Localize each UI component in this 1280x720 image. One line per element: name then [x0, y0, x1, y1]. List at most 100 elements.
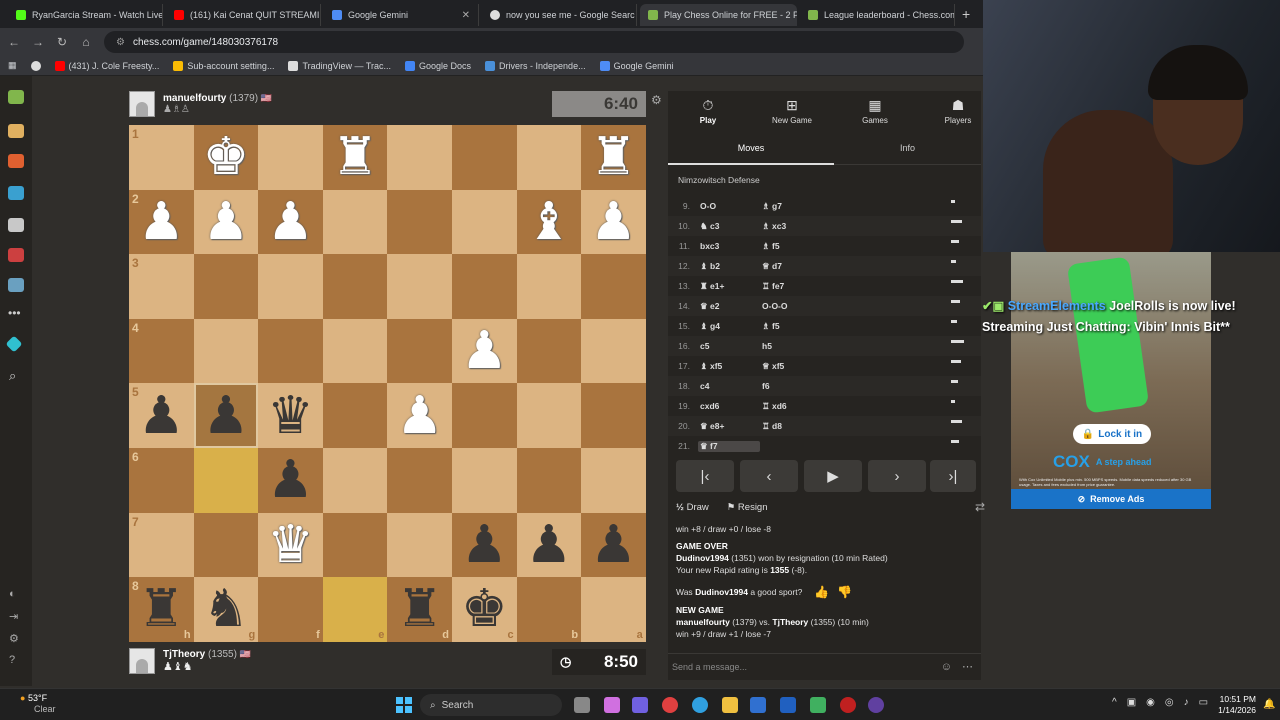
board-square[interactable] [387, 318, 452, 384]
board-square[interactable]: ♛ [258, 383, 323, 448]
prev-move-button[interactable]: ‹ [740, 460, 798, 492]
black-pawn-piece[interactable]: ♟ [138, 390, 185, 442]
chrome-icon[interactable] [662, 697, 678, 713]
board-square[interactable] [322, 447, 388, 513]
news-icon[interactable] [8, 248, 24, 262]
board-square[interactable] [193, 318, 259, 384]
black-pawn-piece[interactable]: ♟ [526, 519, 573, 571]
black-king-piece[interactable]: ♚ [461, 583, 508, 635]
board-settings-icon[interactable]: ⚙ [651, 93, 662, 107]
file-explorer-icon[interactable] [722, 697, 738, 713]
board-square[interactable]: ♟ [581, 512, 646, 578]
chess-board[interactable]: 1 ♚ ♜ ♜ 2 ♟ ♟ ♟ ♝ ♟ 3 4 ♟ 5 ♟ ♟ ♛ ♟ 6 ♟ 7 ♛ ♟ ♟ ♟ 8 h ♜ g ♞ f e d ♜ c ♚ b a [129, 125, 646, 642]
board-square[interactable]: ♟ [387, 383, 452, 448]
black-move[interactable]: ♕ xf5 [760, 361, 822, 372]
board-square[interactable] [451, 383, 517, 448]
white-pawn-piece[interactable]: ♟ [396, 390, 443, 442]
board-square[interactable]: ♜ [322, 125, 388, 190]
diamond-icon[interactable] [5, 335, 23, 353]
white-move[interactable]: ♝ b2 [698, 261, 760, 272]
board-square[interactable]: 7 [129, 512, 194, 578]
thumbs-down-icon[interactable]: 👎 [837, 586, 852, 598]
copilot-icon[interactable] [604, 697, 620, 713]
more-icon[interactable]: ••• [8, 306, 21, 320]
board-square[interactable] [516, 383, 582, 448]
black-pawn-piece[interactable]: ♟ [461, 519, 508, 571]
bottom-player-name[interactable]: TjTheory [163, 649, 205, 660]
board-square[interactable] [451, 447, 517, 513]
opening-name[interactable]: Nimzowitsch Defense [678, 175, 760, 185]
board-square[interactable] [193, 512, 259, 578]
taskbar-search[interactable]: ⌕ Search [420, 694, 562, 716]
tab-play[interactable]: ⏱ Play [669, 97, 747, 125]
board-square[interactable] [387, 254, 452, 319]
board-square[interactable]: a [581, 577, 646, 642]
board-square[interactable] [193, 447, 259, 513]
board-square[interactable] [516, 125, 582, 190]
theme-icon[interactable]: ◐ [9, 588, 16, 600]
bookmark-item[interactable]: (431) J. Cole Freesty... [54, 60, 159, 71]
black-move[interactable]: ♖ xd6 [760, 401, 822, 412]
last-move-button[interactable]: ›| [930, 460, 976, 492]
black-move[interactable]: ♖ fe7 [760, 281, 822, 292]
white-move[interactable]: c4 [698, 381, 760, 391]
board-square[interactable] [193, 254, 259, 319]
resign-button[interactable]: ⚑ Resign [727, 502, 768, 513]
white-move[interactable]: ♞ c3 [698, 221, 760, 232]
play-icon[interactable] [8, 124, 24, 138]
board-square[interactable] [322, 254, 388, 319]
board-square[interactable]: f [258, 577, 323, 642]
white-move[interactable]: ♝ xf5 [698, 361, 760, 372]
board-square[interactable]: c ♚ [451, 577, 517, 642]
browser-tab[interactable]: RyanGarcia Stream - Watch Live✕ [8, 4, 163, 26]
board-square[interactable]: ♚ [193, 125, 259, 190]
board-square[interactable]: ♟ [516, 512, 582, 578]
white-pawn-piece[interactable]: ♟ [138, 196, 185, 248]
board-square[interactable]: g ♞ [193, 577, 259, 642]
subtab-info[interactable]: Info [834, 135, 981, 165]
weather-widget[interactable]: ● 53°F Clear [20, 693, 56, 715]
board-square[interactable] [581, 383, 646, 448]
board-square[interactable]: ♟ [451, 318, 517, 384]
black-move[interactable]: f6 [760, 381, 822, 391]
app-icon[interactable] [810, 697, 826, 713]
white-rook-piece[interactable]: ♜ [590, 131, 637, 183]
board-square[interactable] [451, 254, 517, 319]
black-move[interactable]: ♖ d8 [760, 421, 822, 432]
board-square[interactable] [258, 318, 323, 384]
board-square[interactable] [516, 447, 582, 513]
bookmark-item[interactable]: Google Docs [405, 60, 471, 71]
white-king-piece[interactable]: ♚ [203, 131, 250, 183]
play-button[interactable]: ▶ [804, 460, 862, 492]
url-field[interactable]: ⚙ chess.com/game/148030376178 [104, 31, 964, 53]
browser-tab[interactable]: now you see me - Google Searc✕ [482, 4, 637, 26]
lock-it-in-button[interactable]: 🔒 Lock it in [1073, 424, 1151, 444]
settings-icon[interactable]: ⚙ [9, 632, 19, 645]
windows-start-icon[interactable] [396, 697, 412, 713]
outlook-icon[interactable] [780, 697, 796, 713]
clock-date[interactable]: 10:51 PM 1/14/2026 [1208, 694, 1256, 716]
bookmark-item[interactable]: Drivers - Independe... [485, 60, 586, 71]
board-square[interactable]: 5 ♟ [129, 383, 194, 448]
board-square[interactable]: 4 [129, 318, 194, 384]
white-move[interactable]: bxc3 [698, 241, 760, 251]
board-square[interactable] [387, 512, 452, 578]
black-queen-piece[interactable]: ♛ [267, 390, 314, 442]
board-square[interactable] [322, 189, 388, 255]
white-move[interactable]: ♛ f7 [698, 440, 760, 452]
flip-board-icon[interactable]: ⇄ [975, 500, 985, 514]
board-square[interactable]: e [322, 577, 388, 642]
white-pawn-piece[interactable]: ♟ [267, 196, 314, 248]
black-move[interactable]: ♗ f5 [760, 241, 822, 252]
board-square[interactable] [516, 254, 582, 319]
white-move[interactable]: ♛ e2 [698, 301, 760, 312]
board-square[interactable]: ♟ [258, 189, 323, 255]
edge-icon[interactable] [692, 697, 708, 713]
board-square[interactable]: 8 h ♜ [129, 577, 194, 642]
white-rook-piece[interactable]: ♜ [332, 131, 379, 183]
board-square[interactable]: d ♜ [387, 577, 452, 642]
board-square[interactable] [322, 318, 388, 384]
board-square[interactable]: ♝ [516, 189, 582, 255]
board-square[interactable]: ♜ [581, 125, 646, 190]
black-move[interactable]: ♗ f5 [760, 321, 822, 332]
